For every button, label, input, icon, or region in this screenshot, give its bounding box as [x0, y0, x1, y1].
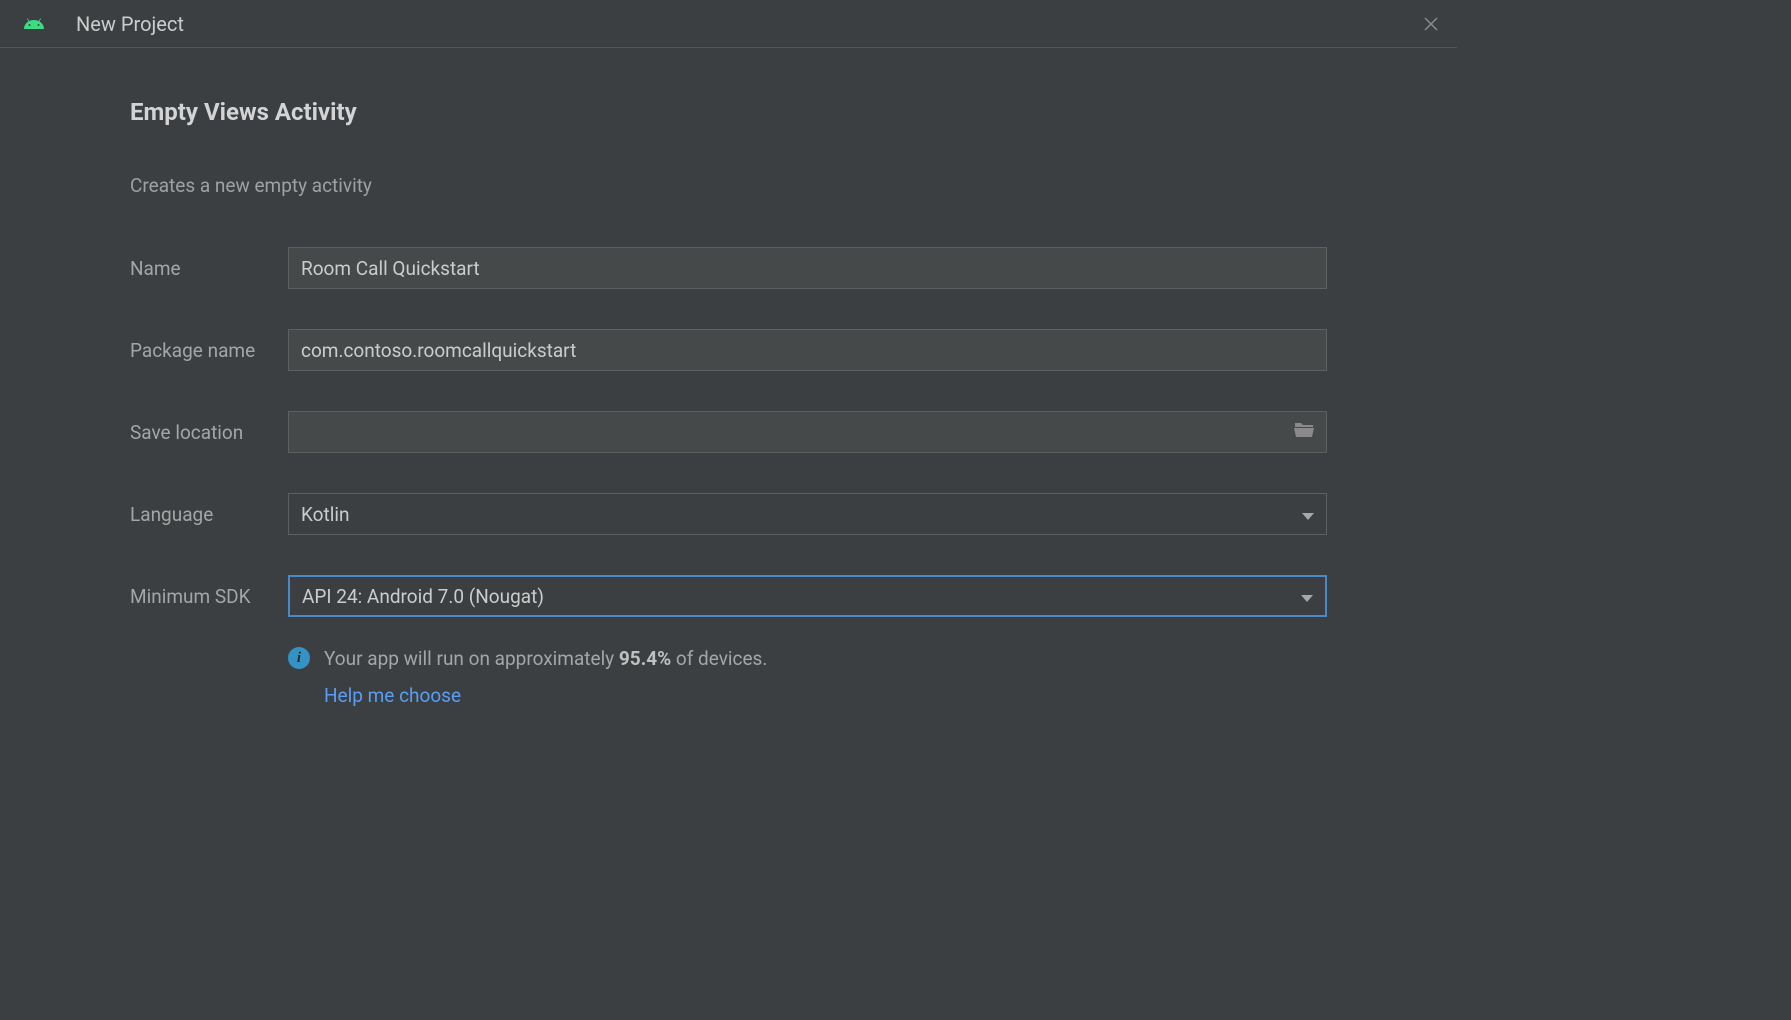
package-name-row: Package name	[130, 329, 1327, 371]
language-row: Language Kotlin	[130, 493, 1327, 535]
name-label: Name	[130, 257, 288, 280]
page-heading: Empty Views Activity	[130, 98, 1327, 126]
package-name-label: Package name	[130, 339, 288, 362]
chevron-down-icon	[1301, 585, 1313, 608]
language-value: Kotlin	[301, 503, 349, 526]
name-input[interactable]	[288, 247, 1327, 289]
sdk-info-row: i Your app will run on approximately 95.…	[288, 645, 1327, 707]
save-location-label: Save location	[130, 421, 288, 444]
titlebar: New Project	[0, 0, 1457, 48]
close-button[interactable]	[1421, 14, 1441, 34]
minimum-sdk-row: Minimum SDK API 24: Android 7.0 (Nougat)	[130, 575, 1327, 617]
android-icon	[22, 12, 46, 36]
info-icon: i	[288, 647, 310, 669]
sdk-coverage-text: Your app will run on approximately 95.4%…	[324, 645, 767, 674]
name-row: Name	[130, 247, 1327, 289]
content-area: Empty Views Activity Creates a new empty…	[0, 48, 1457, 747]
save-location-row: Save location	[130, 411, 1327, 453]
language-label: Language	[130, 503, 288, 526]
chevron-down-icon	[1302, 503, 1314, 526]
save-location-input[interactable]	[288, 411, 1327, 453]
window-title: New Project	[76, 12, 184, 36]
minimum-sdk-select[interactable]: API 24: Android 7.0 (Nougat)	[288, 575, 1327, 617]
language-select[interactable]: Kotlin	[288, 493, 1327, 535]
help-me-choose-link[interactable]: Help me choose	[324, 684, 767, 707]
minimum-sdk-label: Minimum SDK	[130, 585, 288, 608]
minimum-sdk-value: API 24: Android 7.0 (Nougat)	[302, 585, 544, 608]
package-name-input[interactable]	[288, 329, 1327, 371]
page-description: Creates a new empty activity	[130, 174, 1327, 197]
